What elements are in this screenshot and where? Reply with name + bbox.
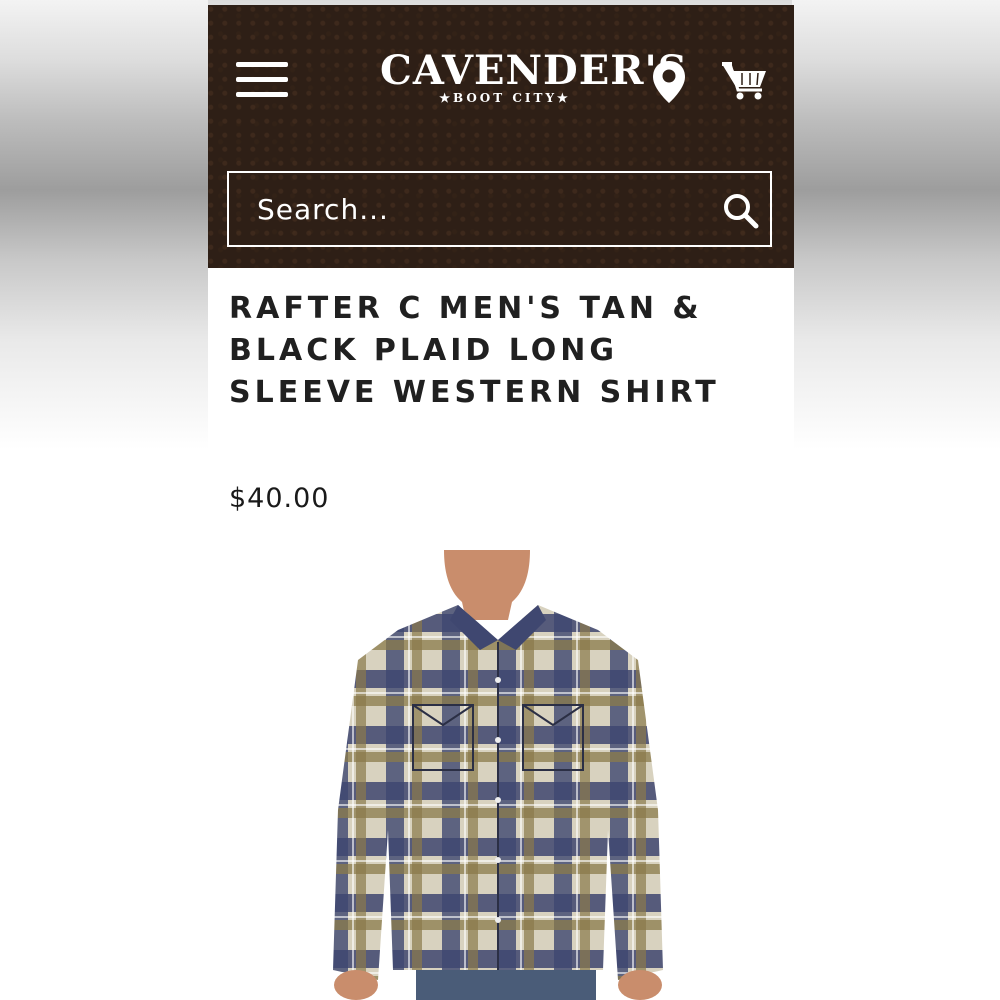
logo-brand: CAVENDER'S: [380, 47, 688, 94]
hamburger-menu-icon[interactable]: [236, 60, 288, 100]
location-pin-icon[interactable]: [650, 59, 688, 105]
mobile-page: CAVENDER'S ★BOOT CITY★ Search... RAFTER …: [208, 5, 794, 1000]
search-placeholder: Search...: [257, 193, 389, 226]
site-header: CAVENDER'S ★BOOT CITY★ Search...: [208, 5, 794, 268]
product-photo-plaid-shirt[interactable]: [208, 550, 794, 1000]
search-icon[interactable]: [722, 192, 760, 230]
blurred-background-left: [0, 0, 208, 1000]
shopping-cart-icon[interactable]: [720, 59, 768, 101]
search-input[interactable]: Search...: [227, 171, 772, 247]
product-price: $40.00: [229, 483, 330, 514]
blurred-background-right: [792, 0, 1000, 1000]
product-title: RAFTER C MEN'S TAN & BLACK PLAID LONG SL…: [229, 291, 720, 410]
logo[interactable]: CAVENDER'S ★BOOT CITY★: [380, 47, 688, 113]
